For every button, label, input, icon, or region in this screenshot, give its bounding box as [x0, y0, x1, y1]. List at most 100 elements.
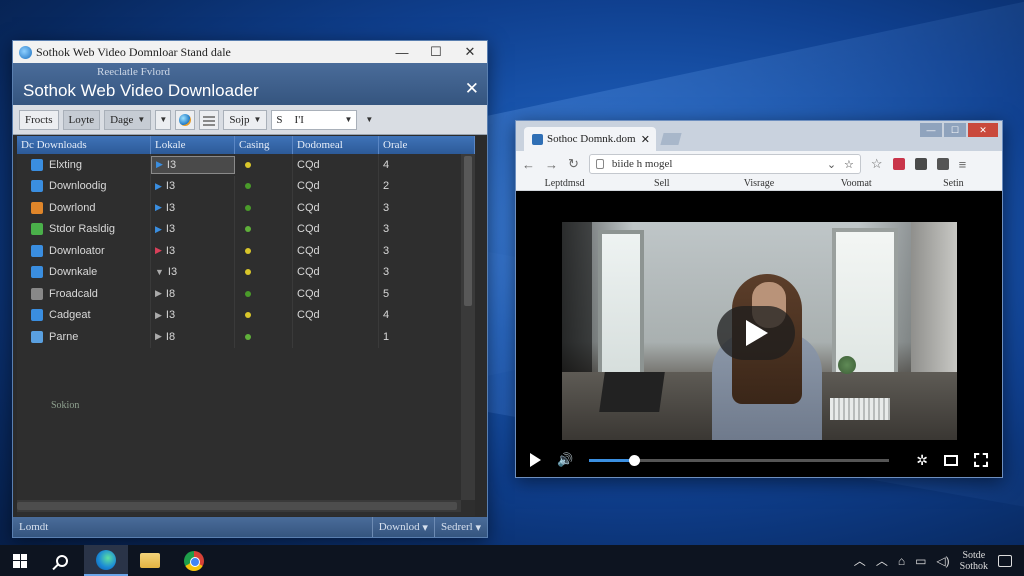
horizontal-scrollbar[interactable]	[17, 500, 461, 512]
start-button[interactable]	[0, 545, 40, 576]
menu-icon[interactable]: ≡	[959, 157, 967, 172]
toolbar-button-3[interactable]: Dage ▼	[104, 109, 152, 130]
back-icon[interactable]: ←	[522, 157, 535, 172]
play-icon[interactable]: ▶	[155, 202, 162, 213]
toolbar-button-2[interactable]: Loyte	[62, 109, 101, 130]
filter-input[interactable]: S I'I ▼	[271, 109, 358, 130]
taskbar-app-chrome[interactable]	[172, 545, 216, 576]
table-row[interactable]: Dowrlond ▶ I3 CQd 3	[17, 197, 475, 219]
maximize-button[interactable]: ☐	[419, 41, 453, 63]
status-dot-icon	[245, 333, 251, 340]
bookmark-item[interactable]: Leptdmsd	[516, 178, 613, 189]
address-bar[interactable]: biide h mogel ⌄ ☆	[588, 154, 861, 174]
toolbar-button-4[interactable]: Sojp ▼	[223, 109, 268, 130]
play-icon[interactable]: ▶	[155, 224, 162, 235]
volume-icon[interactable]: ◁)	[936, 554, 949, 568]
extension-icon[interactable]	[914, 158, 927, 170]
toolbar-button-1[interactable]: Frocts	[19, 109, 59, 130]
volume-icon[interactable]: 🔊	[557, 452, 573, 468]
seek-bar[interactable]	[589, 454, 890, 466]
windows-logo-icon	[13, 553, 27, 568]
search-icon	[56, 554, 68, 567]
settings-gear-icon[interactable]: ✲	[916, 452, 928, 469]
bookmark-item[interactable]: Voomat	[808, 178, 905, 189]
list-icon[interactable]	[199, 109, 220, 130]
row-lokale: I3	[165, 180, 176, 193]
search-button[interactable]	[40, 545, 84, 576]
miniplayer-icon[interactable]	[944, 454, 958, 466]
fullscreen-icon[interactable]	[974, 453, 988, 467]
notification-icon[interactable]	[998, 554, 1012, 567]
column-header[interactable]: Dodomeal	[293, 136, 379, 154]
scroll-thumb[interactable]	[17, 502, 457, 510]
forward-icon[interactable]: →	[545, 157, 558, 172]
row-dod-cell: CQd	[293, 218, 379, 240]
toolbar: Frocts Loyte Dage ▼ ▼ Sojp ▼ S I'I ▼ ▼	[13, 105, 487, 135]
close-tab-icon[interactable]: ✕	[641, 133, 650, 146]
clock[interactable]: Sotde Sothok	[960, 550, 988, 572]
bookmark-star-icon[interactable]: ☆	[871, 156, 883, 172]
battery-icon[interactable]: ▭	[915, 554, 926, 568]
chevron-down-icon[interactable]: ▼	[365, 115, 373, 124]
new-tab-button[interactable]	[660, 133, 682, 145]
downloader-titlebar[interactable]: Sothok Web Video Domnloar Stand dale — ☐…	[13, 41, 487, 63]
close-button[interactable]: ✕	[453, 41, 487, 63]
play-icon[interactable]: ▶	[156, 159, 163, 170]
bookmark-item[interactable]: Sell	[613, 178, 710, 189]
toolbar-button-3-label: Dage	[110, 113, 134, 126]
chevron-up-icon[interactable]: ︿	[876, 552, 888, 569]
browser-tab[interactable]: Sothoc Domnk.dom ✕	[524, 127, 656, 151]
row-dod-cell: CQd	[293, 175, 379, 197]
play-icon[interactable]: ▶	[155, 245, 162, 256]
bookmark-item[interactable]: Visrage	[710, 178, 807, 189]
minimize-button[interactable]: —	[920, 123, 942, 137]
status-bar: Lomdt Downlod ▾ Sedrerl ▾	[13, 517, 487, 537]
row-orale: 1	[383, 330, 390, 343]
table-row[interactable]: Froadcald ▶ I8 CQd 5	[17, 283, 475, 305]
file-icon	[31, 287, 43, 300]
column-header[interactable]: Lokale	[151, 136, 235, 154]
status-settings-dropdown[interactable]: Sedrerl ▾	[433, 517, 487, 537]
play-icon[interactable]: ▶	[155, 310, 162, 321]
table-row[interactable]: Cadgeat ▶ I3 CQd 4	[17, 304, 475, 326]
reload-icon[interactable]: ↻	[568, 156, 579, 172]
taskbar-app-edge[interactable]	[84, 545, 128, 576]
bookmark-item[interactable]: Setin	[905, 178, 1002, 189]
globe-icon[interactable]	[175, 109, 196, 130]
play-icon[interactable]: ▶	[155, 331, 162, 342]
table-row[interactable]: Downloodig ▶ I3 CQd 2	[17, 175, 475, 197]
minimize-button[interactable]: —	[385, 41, 419, 63]
extension-icon[interactable]	[936, 158, 949, 170]
maximize-button[interactable]: ☐	[944, 123, 966, 137]
vertical-scrollbar[interactable]	[461, 154, 475, 500]
seek-knob[interactable]	[629, 454, 641, 466]
table-row[interactable]: Stdor Rasldig ▶ I3 CQd 3	[17, 218, 475, 240]
play-icon[interactable]: ▼	[155, 267, 164, 277]
page-info-icon[interactable]	[595, 159, 604, 169]
column-header[interactable]: Dc Downloads	[17, 136, 151, 154]
bookmark-star-icon[interactable]: ☆	[844, 158, 854, 171]
taskbar-app-explorer[interactable]	[128, 545, 172, 576]
row-lokale-cell: ▶ I3	[151, 156, 235, 174]
table-row[interactable]: Downkale ▼ I3 CQd 3	[17, 261, 475, 283]
column-header[interactable]: Casing	[235, 136, 293, 154]
play-icon[interactable]	[530, 453, 541, 467]
column-header[interactable]: Orale	[379, 136, 475, 154]
network-icon[interactable]: ⌂	[898, 554, 905, 568]
table-row[interactable]: Parne ▶ I8 1	[17, 326, 475, 348]
dropdown-icon[interactable]: ⌄	[827, 158, 836, 171]
dropdown-button[interactable]: ▼	[155, 109, 172, 130]
play-icon[interactable]: ▶	[155, 288, 162, 299]
chevron-up-icon[interactable]: ︿	[854, 552, 866, 569]
close-button[interactable]: ✕	[968, 123, 998, 137]
table-row[interactable]: Downloator ▶ I3 CQd 3	[17, 240, 475, 262]
table-row[interactable]: Elxting ▶ I3 CQd 4	[17, 154, 475, 176]
extension-icon[interactable]	[892, 158, 905, 170]
header-close-icon[interactable]: ✕	[465, 79, 479, 99]
play-icon[interactable]: ▶	[155, 181, 162, 192]
video-player[interactable]	[562, 222, 957, 440]
scroll-thumb[interactable]	[464, 156, 472, 306]
status-download-dropdown[interactable]: Downlod ▾	[371, 517, 434, 537]
big-play-button[interactable]	[717, 306, 795, 360]
row-status-cell	[235, 154, 293, 176]
